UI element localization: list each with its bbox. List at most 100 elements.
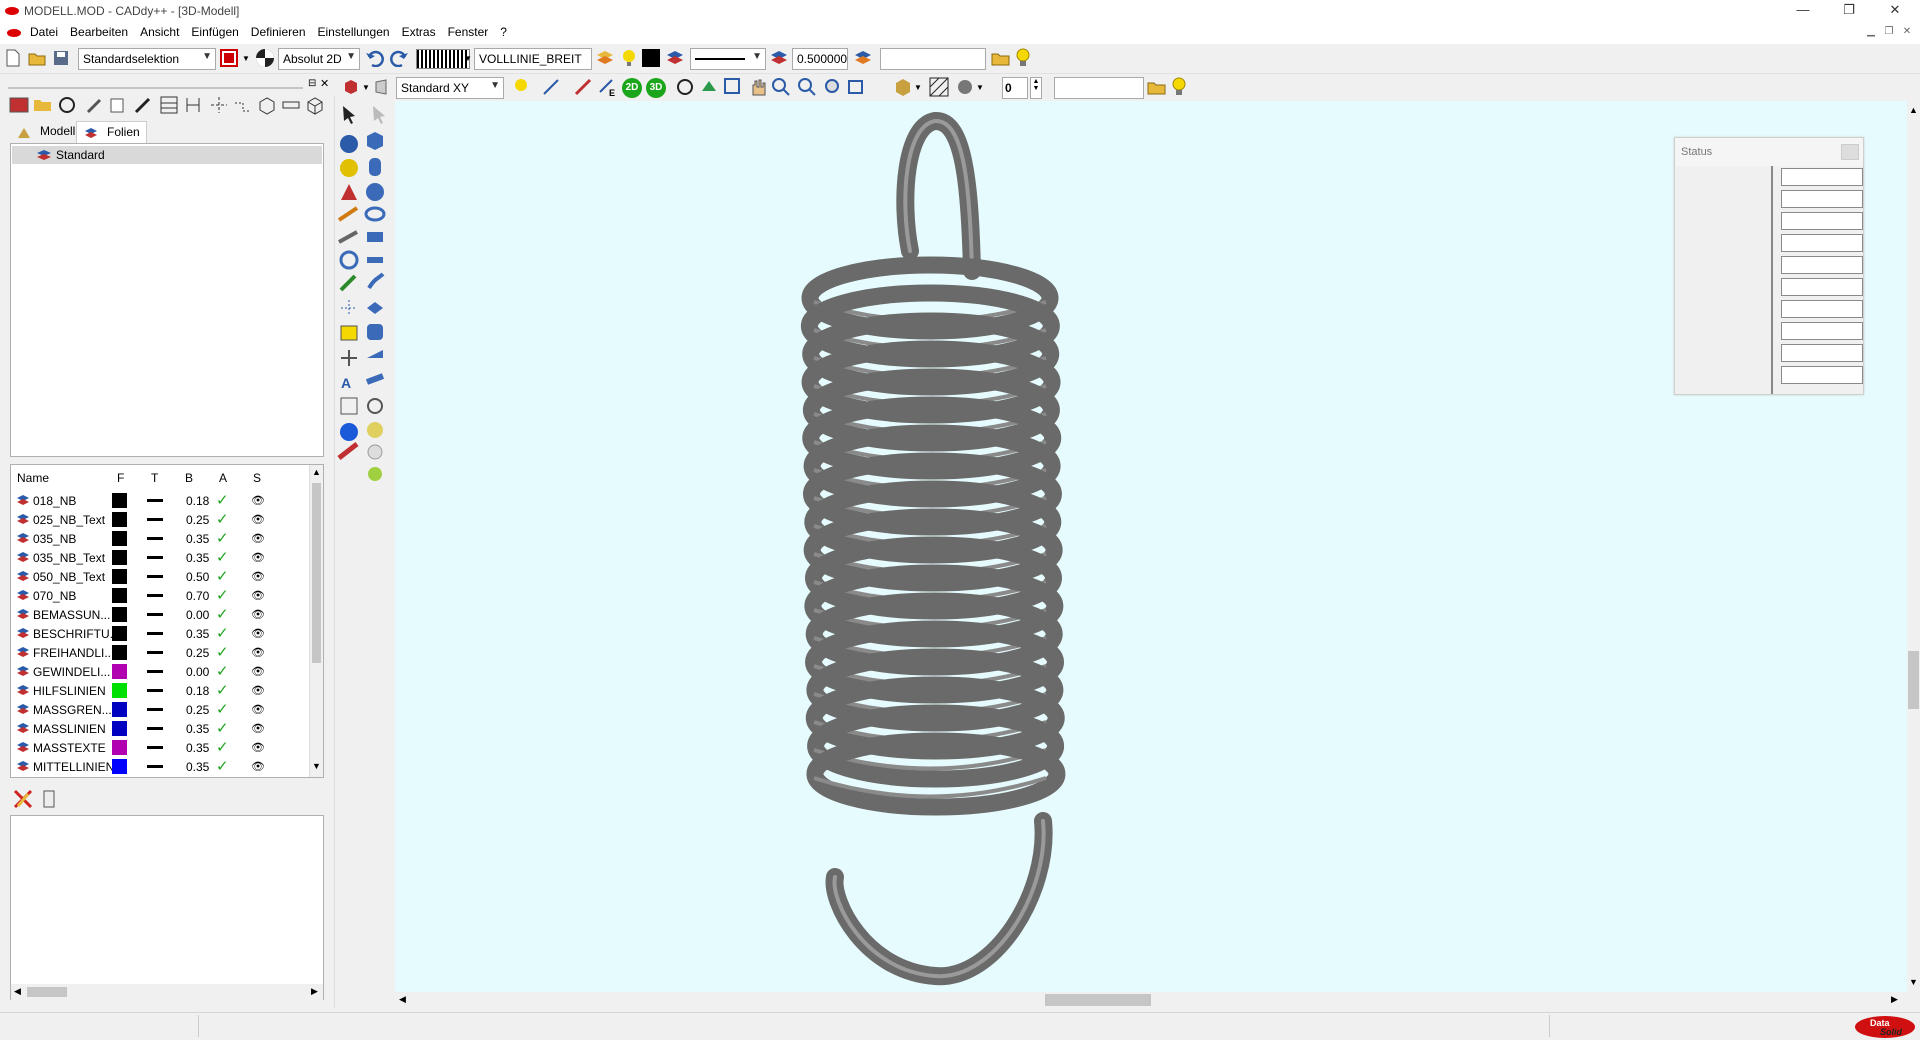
chevron-down-icon[interactable]: ▼ xyxy=(914,83,922,92)
col-header-name[interactable]: Name xyxy=(17,471,49,485)
menu-bearbeiten[interactable]: Bearbeiten xyxy=(64,22,134,42)
pencil-3d-icon[interactable] xyxy=(337,206,359,222)
step-value-field[interactable]: 0 xyxy=(1002,77,1028,99)
layer-row[interactable]: 035_NB 0.35 ✓ 👁 xyxy=(11,529,309,548)
layer-color-icon[interactable] xyxy=(664,47,686,69)
scroll-down-icon[interactable]: ▼ xyxy=(1909,977,1918,987)
eye-icon[interactable]: 👁 xyxy=(251,684,265,697)
panel-pin-icon[interactable]: ⊟ xyxy=(308,78,316,89)
delete-property-icon[interactable] xyxy=(12,788,34,810)
check-icon[interactable]: ✓ xyxy=(216,586,229,604)
view-plane-select[interactable]: Standard XY ▼ xyxy=(396,77,504,99)
check-icon[interactable]: ✓ xyxy=(216,643,229,661)
scroll-up-icon[interactable]: ▲ xyxy=(1909,105,1918,115)
menu-ansicht[interactable]: Ansicht xyxy=(134,22,185,42)
redo-icon[interactable] xyxy=(388,47,410,69)
zoom-in-icon[interactable] xyxy=(770,76,792,98)
layer-color-swatch[interactable] xyxy=(112,721,127,736)
zoom-out-icon[interactable] xyxy=(796,76,818,98)
sphere-icon[interactable] xyxy=(340,135,358,153)
pan-hand-icon[interactable] xyxy=(746,76,768,98)
layer-row[interactable]: FREIHANDLI... 0.25 ✓ 👁 xyxy=(11,643,309,662)
col-header-t[interactable]: T xyxy=(151,471,158,485)
scroll-left-icon[interactable]: ◀ xyxy=(399,994,406,1005)
text-tool-icon[interactable]: A xyxy=(341,375,351,391)
grid-pattern-picker[interactable] xyxy=(416,49,470,69)
eraser-icon[interactable] xyxy=(337,442,359,460)
cube-outline-icon[interactable] xyxy=(304,94,326,116)
pencil-icon[interactable] xyxy=(84,94,106,116)
step-spinner[interactable]: ▲ ▼ xyxy=(1030,77,1042,99)
linestyle-select[interactable]: ▼ xyxy=(690,48,766,70)
eye-icon[interactable]: 👁 xyxy=(251,551,265,564)
dimension-tool-icon[interactable] xyxy=(340,325,358,341)
selection-frame-icon[interactable] xyxy=(218,47,240,69)
zoom-all-icon[interactable] xyxy=(822,76,844,98)
layer-row[interactable]: 070_NB 0.70 ✓ 👁 xyxy=(11,586,309,605)
layer-color-swatch[interactable] xyxy=(112,683,127,698)
panel-close-icon[interactable]: ✕ xyxy=(320,77,329,90)
layer-folder-icon[interactable] xyxy=(32,94,54,116)
folder-open-icon[interactable] xyxy=(1146,76,1168,98)
viewport-vscrollbar[interactable]: ▲ ▼ xyxy=(1907,101,1920,992)
layer-color-swatch[interactable] xyxy=(112,550,127,565)
check-icon[interactable]: ✓ xyxy=(216,738,229,756)
layer-linetype-icon[interactable] xyxy=(147,632,163,635)
eye-icon[interactable]: 👁 xyxy=(251,570,265,583)
layer-color-swatch[interactable] xyxy=(112,626,127,641)
menu-extras[interactable]: Extras xyxy=(396,22,442,42)
layer-color-swatch[interactable] xyxy=(112,531,127,546)
check-icon[interactable]: ✓ xyxy=(216,529,229,547)
layer-color-swatch[interactable] xyxy=(112,702,127,717)
select-ghost-icon[interactable] xyxy=(373,106,385,124)
mdi-minimize-button[interactable]: ▁ xyxy=(1862,26,1880,42)
viewport-hscrollbar[interactable]: ◀ ▶ xyxy=(395,992,1907,1008)
layer-linetype-icon[interactable] xyxy=(147,556,163,559)
layer-color-swatch[interactable] xyxy=(112,607,127,622)
sphere-solid-icon[interactable] xyxy=(366,183,384,201)
col-header-a[interactable]: A xyxy=(219,471,227,485)
layer-linetype-icon[interactable] xyxy=(147,670,163,673)
eye-icon[interactable]: 👁 xyxy=(251,665,265,678)
layer-row[interactable]: HILFSLINIEN 0.18 ✓ 👁 xyxy=(11,681,309,700)
status-panel-close-button[interactable] xyxy=(1841,144,1859,160)
layer-color-swatch[interactable] xyxy=(112,493,127,508)
layer-row[interactable]: MASSLINIEN 0.35 ✓ 👁 xyxy=(11,719,309,738)
view-3d-button[interactable]: 3D xyxy=(646,78,666,98)
eye-icon[interactable]: 👁 xyxy=(251,589,265,602)
info-icon[interactable] xyxy=(340,423,358,441)
layer-stack-icon[interactable] xyxy=(594,47,616,69)
layer-color-swatch[interactable] xyxy=(112,588,127,603)
zoom-previous-icon[interactable] xyxy=(846,76,868,98)
sweep-icon[interactable] xyxy=(338,230,358,244)
col-header-b[interactable]: B xyxy=(185,471,193,485)
axis-icon[interactable] xyxy=(341,300,357,316)
layer-row[interactable]: BESCHRIFTU... 0.35 ✓ 👁 xyxy=(11,624,309,643)
view-2d-button[interactable]: 2D xyxy=(622,78,642,98)
layer-linetype-icon[interactable] xyxy=(147,689,163,692)
hatch-area-icon[interactable] xyxy=(340,397,358,415)
tree-item-standard[interactable]: Standard xyxy=(12,146,322,164)
toolbar1-text-field[interactable] xyxy=(880,48,986,70)
scroll-up-icon[interactable]: ▲ xyxy=(312,467,321,477)
folder-open-icon[interactable] xyxy=(990,47,1012,69)
color-picker-icon[interactable] xyxy=(640,47,662,69)
stack-icon[interactable] xyxy=(367,324,383,340)
measure-tool-icon[interactable] xyxy=(280,94,302,116)
layer-row[interactable]: 025_NB_Text 0.25 ✓ 👁 xyxy=(11,510,309,529)
ring-icon[interactable] xyxy=(367,398,383,414)
orbit-icon[interactable] xyxy=(698,76,720,98)
layer-row[interactable]: MITTELLINIEN 0.35 ✓ 👁 xyxy=(11,757,309,776)
hatch-icon[interactable] xyxy=(928,76,950,98)
menu-fenster[interactable]: Fenster xyxy=(442,22,495,42)
eye-icon[interactable]: 👁 xyxy=(251,494,265,507)
centerline-icon[interactable] xyxy=(208,94,230,116)
select-arrow-icon[interactable] xyxy=(343,106,355,124)
check-icon[interactable]: ✓ xyxy=(216,662,229,680)
menu-datei[interactable]: Datei xyxy=(24,22,64,42)
layer-row[interactable]: GEWINDELI... 0.00 ✓ 👁 xyxy=(11,662,309,681)
cylinder-icon[interactable] xyxy=(369,158,381,176)
circle-tool-icon[interactable] xyxy=(56,94,78,116)
linetype-field[interactable]: VOLLLINIE_BREIT xyxy=(474,48,592,70)
scroll-thumb[interactable] xyxy=(27,987,67,997)
